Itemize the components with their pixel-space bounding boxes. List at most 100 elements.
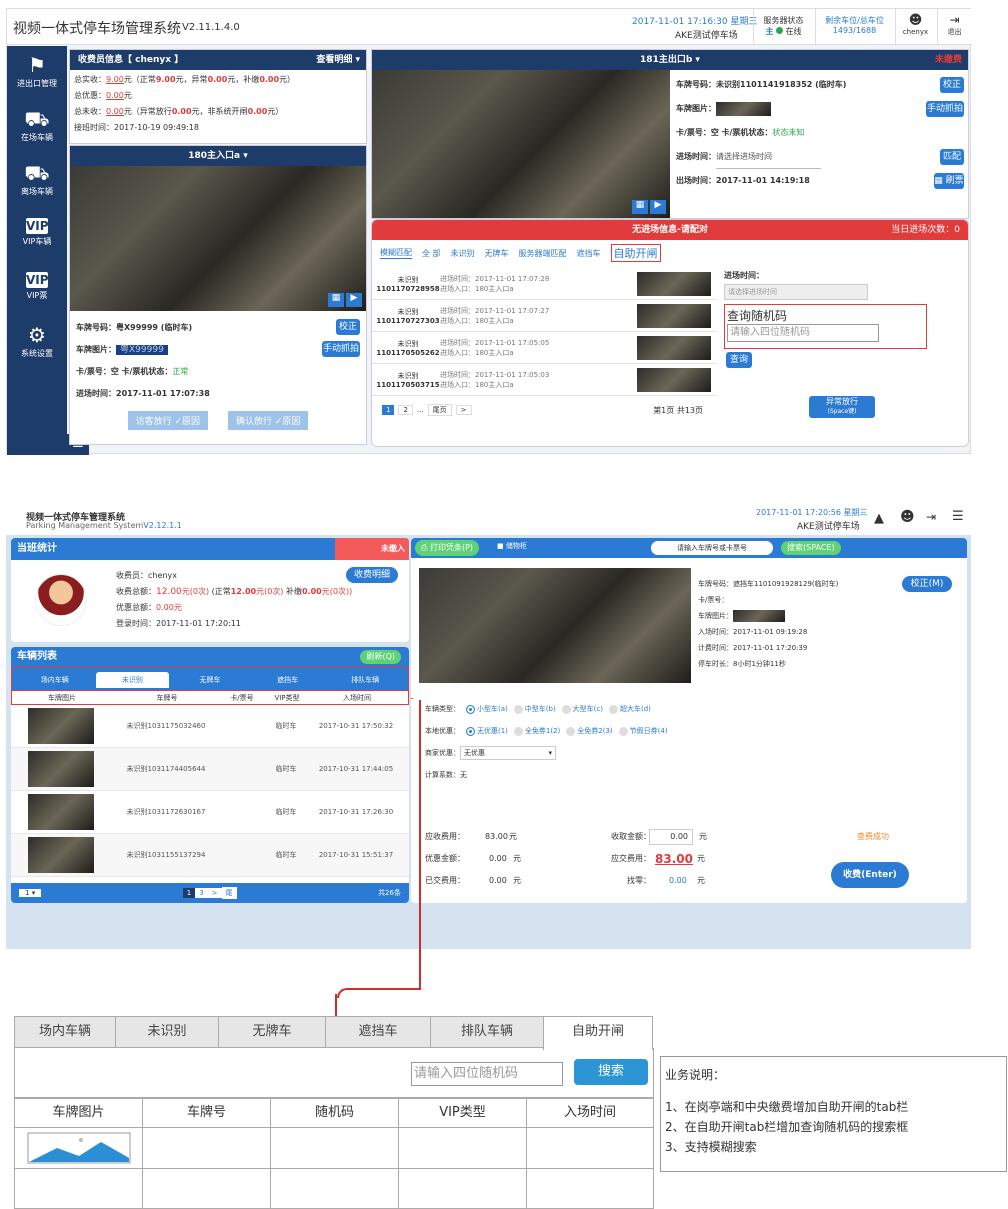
logout-icon[interactable]: ⇥ [926, 510, 936, 524]
page-last[interactable]: 尾页 [427, 404, 452, 416]
match-button[interactable]: 匹配 [940, 149, 964, 165]
exit-correct-button[interactable]: 校正 [940, 77, 964, 93]
radio-medium[interactable] [513, 704, 523, 714]
radio-xl[interactable] [608, 704, 618, 714]
sidebar-item-vip-car[interactable]: VIP VIP车辆 [7, 208, 67, 262]
correct-button[interactable]: 校正(M) [902, 576, 952, 592]
entry-correct-button[interactable]: 校正 [336, 319, 360, 335]
tab-no-plate[interactable]: 无牌车 [485, 248, 509, 259]
plate-search-input[interactable]: 请输入车牌号或卡票号 [651, 541, 773, 555]
tab-in-lot[interactable]: 场内车辆 [18, 672, 92, 688]
detail-link[interactable]: 查看明细 ▾ [316, 50, 360, 70]
tab-fuzzy[interactable]: 模糊匹配 [380, 247, 412, 259]
fee-detail-button[interactable]: 收费明细 [346, 567, 398, 583]
server-main: 主 [765, 27, 774, 36]
sidebar-item-gate[interactable]: ⚑ 进出口管理 [7, 46, 67, 100]
merchant-select[interactable]: 无优惠 ▾ [460, 746, 556, 760]
in-time-input[interactable]: 请选择进场时间 [724, 284, 868, 300]
shift-time: 接班时间：2017-10-19 09:49:18 [74, 123, 199, 132]
table-row-cell [270, 1168, 399, 1209]
print-button[interactable]: ⎙ 打印凭条(P) [415, 540, 480, 556]
random-code-input[interactable]: 请输入四位随机码 [411, 1062, 563, 1086]
search-button[interactable]: 搜索(SPACE) [781, 541, 841, 555]
exit-title-bar: 181主出口b ▾ 未缴费 [372, 50, 968, 70]
exit-manual-button[interactable]: 手动抓拍 [926, 101, 964, 117]
tab-blocked[interactable]: 遮挡车 [250, 672, 325, 688]
logout-button[interactable]: ⇥ 退出 [937, 9, 971, 45]
confirm-release-button[interactable]: 确认放行 ✓原因 [228, 411, 309, 430]
video-icon[interactable]: ▶ [346, 293, 362, 307]
list-item[interactable]: 未识别 1101170503715 进场时间：2017-11-01 17:05:03… [372, 364, 717, 396]
locker-flag[interactable]: ■ 储物柜 [497, 541, 527, 551]
tab-in-lot[interactable]: 场内车辆 [14, 1016, 116, 1048]
page-next[interactable]: > [207, 888, 222, 898]
radio-coupon2[interactable] [566, 726, 576, 736]
refresh-button[interactable]: ▦ 刷票 [934, 173, 964, 189]
entry-camera-title[interactable]: 180主入口a ▾ [70, 146, 366, 166]
sidebar-item-outcar[interactable]: ⛟ 离场车辆 [7, 154, 67, 208]
received-amount-input[interactable]: 0.00 [649, 829, 693, 845]
user-menu[interactable]: ☻ chenyx [895, 9, 935, 45]
charge-button[interactable]: 收费(Enter) [831, 862, 909, 888]
tab-blocked[interactable]: 遮挡车 [577, 248, 601, 259]
shirt-icon[interactable]: ▲ [874, 511, 884, 526]
vip-ticket-icon: VIP [26, 272, 49, 288]
user-name: chenyx [902, 28, 929, 36]
sidebar-item-vip-ticket[interactable]: VIP VIP票 [7, 262, 67, 316]
page-next[interactable]: > [455, 405, 472, 415]
list-item[interactable]: 未识别 1101170505262 进场时间：2017-11-01 17:05:05… [372, 332, 717, 364]
logout-label: 退出 [947, 28, 962, 36]
exit-camera-title[interactable]: 181主出口b [640, 55, 692, 65]
radio-small[interactable] [466, 704, 475, 714]
radio-large[interactable] [561, 704, 571, 714]
tab-self-gate[interactable]: 自助开闸 [543, 1016, 653, 1050]
exit-in-time-input[interactable]: 请选择进场时间 [716, 146, 821, 169]
query-button[interactable]: 查询 [726, 352, 752, 368]
random-code-input[interactable]: 请输入四位随机码 [727, 324, 879, 342]
page-2[interactable]: 2 [398, 405, 413, 415]
radio-no-discount[interactable] [466, 726, 475, 736]
tab-all[interactable]: 全 部 [422, 248, 441, 259]
tab-queue[interactable]: 排队车辆 [328, 672, 402, 688]
tab-server-match[interactable]: 服务器端匹配 [519, 248, 567, 259]
image-icon[interactable]: ▦ [632, 200, 648, 214]
table-row[interactable]: 未识别1031172630167 临时车 2017-10-31 17:26:30 [11, 791, 409, 834]
sidebar-item-settings[interactable]: ⚙ 系统设置 [7, 316, 67, 370]
page-last[interactable]: 尾 [221, 887, 237, 899]
tab-no-plate[interactable]: 无牌车 [218, 1016, 326, 1048]
tab-unrecognized[interactable]: 未识别 [451, 248, 475, 259]
visitor-release-button[interactable]: 访客放行 ✓原因 [127, 411, 208, 430]
tab-unrecognized[interactable]: 未识别 [95, 672, 170, 688]
radio-coupon1[interactable] [513, 726, 523, 736]
tab-self-gate[interactable]: 自助开闸 [610, 244, 661, 262]
page-3[interactable]: 3 [195, 888, 208, 898]
tab-blocked[interactable]: 遮挡车 [325, 1016, 431, 1048]
tab-no-plate[interactable]: 无牌车 [173, 672, 247, 688]
radio-holiday[interactable] [618, 726, 628, 736]
table-row[interactable]: 未识别1031174405644 临时车 2017-10-31 17:44:05 [11, 748, 409, 791]
top-bar: 视频一体式停车管理系统 Parking Management SystemV2.… [6, 505, 971, 535]
menu-icon[interactable]: ☰ [952, 509, 964, 524]
list-item[interactable]: 未识别 1101170727303 进场时间：2017-11-01 17:07:27… [372, 300, 717, 332]
table-row-cell [14, 1127, 143, 1169]
page-size-select[interactable]: 1 ▾ [19, 889, 42, 897]
abnormal-release-button[interactable]: 异常放行 (Space键) [809, 396, 875, 418]
table-row[interactable]: 未识别1031175032460 临时车 2017-10-31 17:50:32 [11, 705, 409, 748]
detail-link-label: 查看明细 [316, 55, 353, 65]
video-icon[interactable]: ▶ [650, 200, 666, 214]
entry-manual-button[interactable]: 手动抓拍 [322, 341, 360, 357]
user-icon[interactable]: ☻ [900, 509, 915, 525]
tab-queue[interactable]: 排队车辆 [430, 1016, 544, 1048]
page-1[interactable]: 1 [182, 888, 196, 898]
page-1[interactable]: 1 [382, 405, 395, 415]
note-item: 2、在自助开闸tab栏增加查询随机码的搜索框 [665, 1120, 909, 1134]
tab-unrecognized[interactable]: 未识别 [115, 1016, 219, 1048]
sidebar-item-incar[interactable]: ⛟ 在场车辆 [7, 100, 67, 154]
refresh-button[interactable]: 刷新(Q) [360, 650, 401, 664]
exit-panel: 181主出口b ▾ 未缴费 ▦ ▶ 车牌号码：未识别1101141918352 (… [371, 49, 969, 219]
search-button[interactable]: 搜索 [574, 1059, 648, 1085]
image-icon[interactable]: ▦ [328, 293, 344, 307]
app-version: V2.11.1.4.0 [182, 22, 240, 33]
table-row[interactable]: 未识别1031155137294 临时车 2017-10-31 15:51:37 [11, 834, 409, 877]
list-item[interactable]: 未识别 1101170728958 进场时间：2017-11-01 17:07:28… [372, 268, 717, 300]
